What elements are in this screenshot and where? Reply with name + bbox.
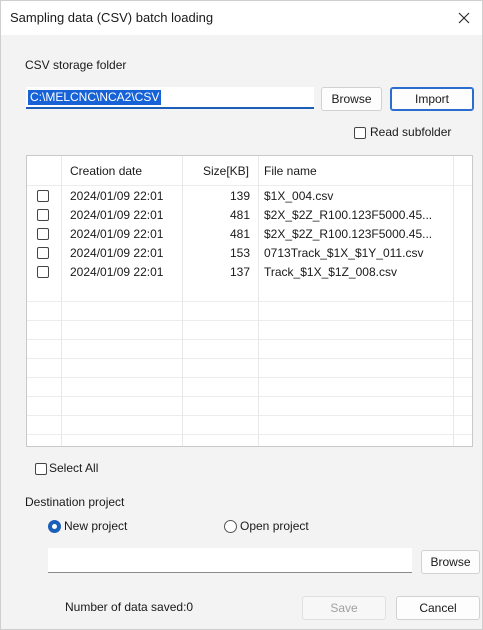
row-creation-date: 2024/01/09 22:01 <box>70 265 164 279</box>
open-project-radio[interactable] <box>224 520 237 533</box>
select-all-checkbox[interactable] <box>35 463 47 475</box>
batch-loading-dialog: Sampling data (CSV) batch loading CSV st… <box>0 0 483 630</box>
close-icon <box>458 12 470 24</box>
read-subfolder-label: Read subfolder <box>370 125 452 139</box>
open-project-label: Open project <box>240 519 309 533</box>
import-button[interactable]: Import <box>390 87 474 111</box>
row-file-name: $1X_004.csv <box>264 189 334 203</box>
table-row[interactable]: 2024/01/09 22:01 481 $2X_$2Z_R100.123F50… <box>27 206 472 225</box>
select-all-label: Select All <box>49 461 99 475</box>
title-bar: Sampling data (CSV) batch loading <box>1 1 482 35</box>
window-title: Sampling data (CSV) batch loading <box>10 10 214 25</box>
table-row[interactable]: 2024/01/09 22:01 139 $1X_004.csv <box>27 187 472 206</box>
row-creation-date: 2024/01/09 22:01 <box>70 189 164 203</box>
csv-folder-value: C:\MELCNC\NCA2\CSV <box>28 90 162 105</box>
table-row[interactable]: 2024/01/09 22:01 153 0713Track_$1X_$1Y_0… <box>27 244 472 263</box>
row-file-name: $2X_$2Z_R100.123F5000.45... <box>264 208 433 222</box>
row-size: 139 <box>229 189 250 203</box>
row-size: 153 <box>229 246 250 260</box>
row-checkbox[interactable] <box>37 209 49 221</box>
column-header-creation-date[interactable]: Creation date <box>70 164 142 178</box>
saved-count-text: Number of data saved:0 <box>65 600 194 614</box>
row-file-name: $2X_$2Z_R100.123F5000.45... <box>264 227 433 241</box>
csv-file-table: Creation date Size[KB] File name 2024/01… <box>26 155 473 447</box>
column-header-file-name[interactable]: File name <box>264 164 317 178</box>
row-size: 137 <box>229 265 250 279</box>
row-creation-date: 2024/01/09 22:01 <box>70 227 164 241</box>
cancel-button[interactable]: Cancel <box>396 596 480 620</box>
destination-browse-button[interactable]: Browse <box>421 550 480 574</box>
destination-path-input[interactable] <box>48 548 412 573</box>
row-file-name: 0713Track_$1X_$1Y_011.csv <box>264 246 424 260</box>
destination-project-label: Destination project <box>25 495 125 509</box>
row-size: 481 <box>229 227 250 241</box>
table-row[interactable]: 2024/01/09 22:01 481 $2X_$2Z_R100.123F50… <box>27 225 472 244</box>
row-checkbox[interactable] <box>37 190 49 202</box>
row-checkbox[interactable] <box>37 228 49 240</box>
row-creation-date: 2024/01/09 22:01 <box>70 208 164 222</box>
column-header-size[interactable]: Size[KB] <box>203 164 249 178</box>
row-creation-date: 2024/01/09 22:01 <box>70 246 164 260</box>
csv-folder-label: CSV storage folder <box>25 58 127 72</box>
new-project-label: New project <box>64 519 128 533</box>
table-row[interactable]: 2024/01/09 22:01 137 Track_$1X_$1Z_008.c… <box>27 263 472 282</box>
folder-browse-button[interactable]: Browse <box>321 87 382 111</box>
save-button[interactable]: Save <box>302 596 386 620</box>
row-file-name: Track_$1X_$1Z_008.csv <box>264 265 397 279</box>
row-checkbox[interactable] <box>37 266 49 278</box>
row-size: 481 <box>229 208 250 222</box>
row-checkbox[interactable] <box>37 247 49 259</box>
close-button[interactable] <box>446 1 482 35</box>
read-subfolder-checkbox[interactable] <box>354 127 366 139</box>
new-project-radio[interactable] <box>48 520 61 533</box>
